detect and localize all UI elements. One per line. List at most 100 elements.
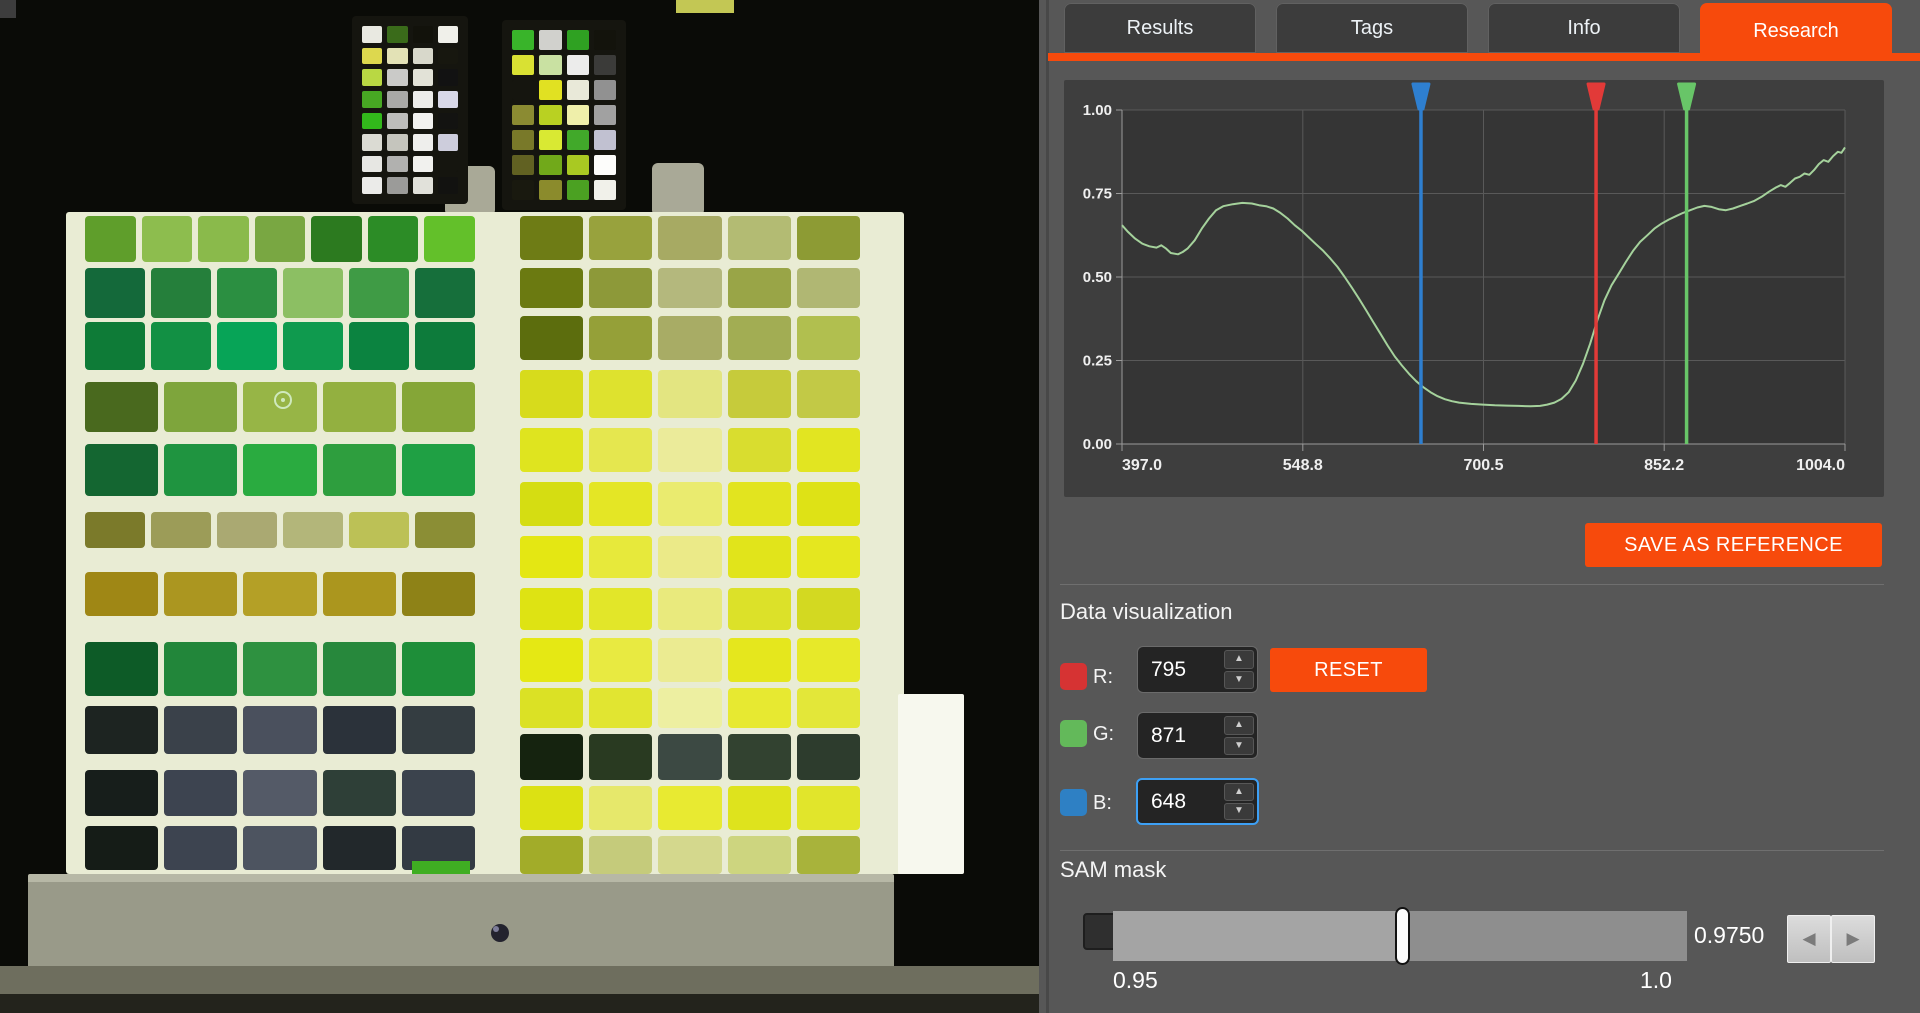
slider-min-label: 0.95 — [1113, 967, 1158, 993]
paint-tile — [243, 572, 317, 616]
paint-tile — [658, 536, 722, 578]
tab-info-label: Info — [1567, 16, 1601, 39]
app-window: Results Tags Info Research 397.0 548.8 700… — [0, 0, 1920, 1013]
reset-button[interactable]: RESET — [1270, 648, 1427, 692]
paint-tile — [243, 706, 317, 754]
paint-tile — [85, 642, 159, 696]
paint-tile — [727, 734, 791, 780]
tab-research[interactable]: Research — [1700, 3, 1892, 60]
paint-tile — [796, 428, 861, 472]
checker-patch — [539, 180, 562, 200]
paint-tile — [658, 734, 722, 780]
checker-patch — [539, 80, 562, 100]
checker-patch — [593, 55, 616, 75]
checker-patch — [387, 155, 408, 173]
increment-button[interactable]: ▶ — [1831, 915, 1875, 963]
tab-info[interactable]: Info — [1488, 3, 1680, 53]
checker-patch — [362, 69, 383, 86]
green-wavelength-value[interactable]: 871 — [1138, 713, 1224, 758]
paint-tile — [349, 322, 409, 370]
checker-patch — [593, 155, 616, 175]
paint-tile — [589, 638, 653, 682]
decrement-button[interactable]: ◀ — [1787, 915, 1831, 963]
paint-tile — [727, 428, 791, 472]
paint-tile — [658, 428, 722, 472]
section-divider — [1060, 584, 1884, 585]
paint-tile — [415, 512, 475, 548]
tile-row-right-8 — [520, 588, 861, 630]
paint-tile — [85, 382, 159, 432]
checker-patch — [566, 80, 589, 100]
paint-tile — [520, 688, 584, 728]
crosshair-dot — [281, 398, 285, 402]
camera-image-view[interactable] — [0, 0, 1039, 1013]
blue-wavelength-value[interactable]: 648 — [1138, 780, 1224, 823]
paint-tile — [796, 638, 861, 682]
checker-patch — [387, 112, 408, 130]
red-wavelength-input[interactable]: 795 ▲ ▼ — [1137, 646, 1258, 693]
blue-spin-down-icon[interactable]: ▼ — [1224, 802, 1254, 820]
top-clip — [676, 0, 734, 13]
paint-tile — [217, 512, 277, 548]
tile-row-left-5 — [85, 444, 476, 496]
checker-patch — [566, 180, 589, 200]
arrow-left-icon: ◀ — [1802, 929, 1816, 948]
blue-spin-up-icon[interactable]: ▲ — [1224, 783, 1254, 801]
slider-max-label: 1.0 — [1640, 967, 1672, 993]
green-spin-up-icon[interactable]: ▲ — [1224, 716, 1254, 735]
tile-row-left-10 — [85, 770, 476, 816]
panel-divider — [1046, 0, 1049, 1013]
checker-patch — [362, 177, 383, 194]
checker-patch — [387, 90, 408, 108]
paint-tile — [520, 638, 584, 682]
paint-tile — [349, 268, 409, 318]
checker-patch — [566, 105, 589, 125]
blue-channel-swatch — [1060, 789, 1087, 816]
checker-patch — [437, 26, 458, 43]
save-as-reference-button[interactable]: SAVE AS REFERENCE — [1585, 523, 1882, 567]
paint-tile — [727, 268, 791, 308]
checker-patch — [512, 105, 535, 125]
tile-row-left-3 — [85, 322, 475, 370]
blue-wavelength-input[interactable]: 648 ▲ ▼ — [1136, 778, 1259, 825]
tile-row-left-8 — [85, 642, 476, 696]
green-spin-down-icon[interactable]: ▼ — [1224, 736, 1254, 755]
paint-tile — [658, 370, 722, 418]
sam-threshold-slider[interactable] — [1113, 907, 1687, 965]
checker-patch — [539, 55, 562, 75]
paint-tile — [85, 444, 159, 496]
tile-row-left-2 — [85, 268, 475, 318]
green-wavelength-input[interactable]: 871 ▲ ▼ — [1137, 712, 1258, 759]
paint-tile — [322, 444, 396, 496]
paint-tile — [520, 216, 584, 260]
checker-patch — [512, 80, 535, 100]
tab-tags[interactable]: Tags — [1276, 3, 1468, 53]
red-spin-up-icon[interactable]: ▲ — [1224, 650, 1254, 669]
paint-tile — [217, 268, 277, 318]
paint-tile — [322, 572, 396, 616]
slider-handle[interactable] — [1395, 907, 1410, 965]
paint-tile — [520, 268, 584, 308]
tile-row-right-10 — [520, 688, 861, 728]
red-spin-down-icon[interactable]: ▼ — [1224, 670, 1254, 689]
checker-patch — [512, 180, 535, 200]
paint-tile — [85, 706, 159, 754]
svg-text:1004.0: 1004.0 — [1796, 457, 1845, 474]
data-visualization-title: Data visualization — [1060, 599, 1233, 624]
blue-spinner: ▲ ▼ — [1224, 783, 1254, 820]
green-channel-label: G: — [1093, 723, 1115, 745]
checker-patch — [412, 47, 433, 65]
paint-tile — [85, 268, 145, 318]
paint-tile — [85, 512, 145, 548]
tile-row-left-1 — [85, 216, 476, 262]
red-wavelength-value[interactable]: 795 — [1138, 647, 1224, 692]
checker-patch — [362, 112, 383, 130]
spectral-reflectance-chart[interactable]: 397.0 548.8 700.5 852.2 1004.0 1.00 0.75 0.50 0.… — [1064, 80, 1884, 497]
paint-tile — [796, 836, 861, 874]
paint-tile — [727, 370, 791, 418]
tile-row-right-3 — [520, 316, 861, 360]
tab-results[interactable]: Results — [1064, 3, 1256, 53]
checker-patch — [387, 47, 408, 65]
checker-patch — [437, 47, 458, 65]
checker-patch — [362, 47, 383, 65]
